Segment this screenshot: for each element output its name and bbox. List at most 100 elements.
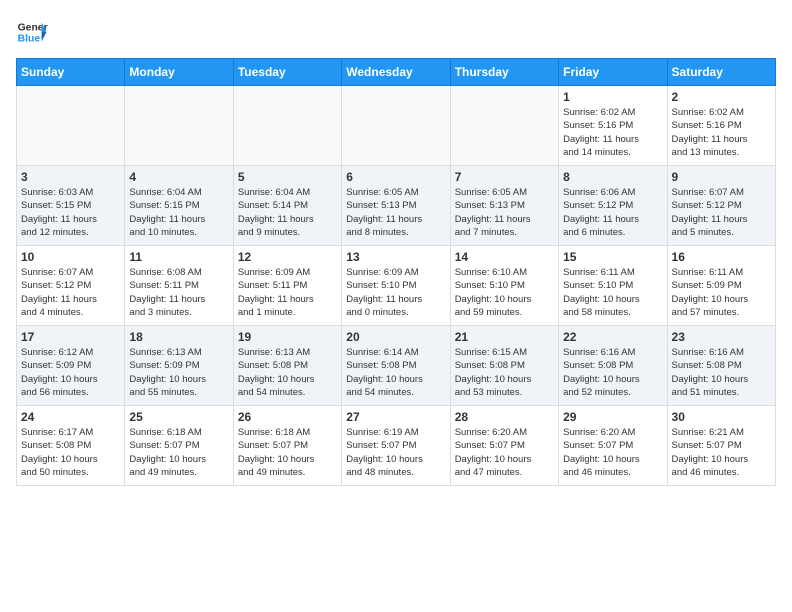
day-info: Sunrise: 6:16 AM Sunset: 5:08 PM Dayligh… — [672, 346, 771, 399]
day-info: Sunrise: 6:09 AM Sunset: 5:10 PM Dayligh… — [346, 266, 445, 319]
day-number: 15 — [563, 250, 662, 264]
table-cell — [233, 86, 341, 166]
table-cell: 25 Sunrise: 6:18 AM Sunset: 5:07 PM Dayli… — [125, 406, 233, 486]
table-cell: 19 Sunrise: 6:13 AM Sunset: 5:08 PM Dayli… — [233, 326, 341, 406]
table-cell: 16 Sunrise: 6:11 AM Sunset: 5:09 PM Dayli… — [667, 246, 775, 326]
table-cell: 15 Sunrise: 6:11 AM Sunset: 5:10 PM Dayli… — [559, 246, 667, 326]
week-row-4: 17 Sunrise: 6:12 AM Sunset: 5:09 PM Dayli… — [17, 326, 776, 406]
table-cell: 18 Sunrise: 6:13 AM Sunset: 5:09 PM Dayli… — [125, 326, 233, 406]
table-cell: 17 Sunrise: 6:12 AM Sunset: 5:09 PM Dayli… — [17, 326, 125, 406]
week-row-3: 10Sunrise: 6:07 AM Sunset: 5:12 PM Dayli… — [17, 246, 776, 326]
table-cell — [342, 86, 450, 166]
day-number: 4 — [129, 170, 228, 184]
table-cell: 4 Sunrise: 6:04 AM Sunset: 5:15 PM Daylig… — [125, 166, 233, 246]
table-cell: 28 Sunrise: 6:20 AM Sunset: 5:07 PM Dayli… — [450, 406, 558, 486]
day-info: Sunrise: 6:18 AM Sunset: 5:07 PM Dayligh… — [129, 426, 228, 479]
day-info: Sunrise: 6:07 AM Sunset: 5:12 PM Dayligh… — [672, 186, 771, 239]
day-info: Sunrise: 6:09 AM Sunset: 5:11 PM Dayligh… — [238, 266, 337, 319]
week-row-2: 3 Sunrise: 6:03 AM Sunset: 5:15 PM Daylig… — [17, 166, 776, 246]
table-cell: 3 Sunrise: 6:03 AM Sunset: 5:15 PM Daylig… — [17, 166, 125, 246]
day-number: 27 — [346, 410, 445, 424]
day-number: 26 — [238, 410, 337, 424]
day-info: Sunrise: 6:10 AM Sunset: 5:10 PM Dayligh… — [455, 266, 554, 319]
day-number: 20 — [346, 330, 445, 344]
day-number: 18 — [129, 330, 228, 344]
day-number: 6 — [346, 170, 445, 184]
table-cell: 10Sunrise: 6:07 AM Sunset: 5:12 PM Dayli… — [17, 246, 125, 326]
day-number: 13 — [346, 250, 445, 264]
day-number: 30 — [672, 410, 771, 424]
table-cell: 6 Sunrise: 6:05 AM Sunset: 5:13 PM Daylig… — [342, 166, 450, 246]
logo: General Blue — [16, 16, 48, 48]
table-cell: 30 Sunrise: 6:21 AM Sunset: 5:07 PM Dayli… — [667, 406, 775, 486]
week-row-1: 1 Sunrise: 6:02 AM Sunset: 5:16 PM Daylig… — [17, 86, 776, 166]
day-number: 14 — [455, 250, 554, 264]
table-cell: 20 Sunrise: 6:14 AM Sunset: 5:08 PM Dayli… — [342, 326, 450, 406]
table-cell: 29 Sunrise: 6:20 AM Sunset: 5:07 PM Dayli… — [559, 406, 667, 486]
table-cell: 1 Sunrise: 6:02 AM Sunset: 5:16 PM Daylig… — [559, 86, 667, 166]
day-info: Sunrise: 6:20 AM Sunset: 5:07 PM Dayligh… — [563, 426, 662, 479]
day-number: 24 — [21, 410, 120, 424]
table-cell: 26Sunrise: 6:18 AM Sunset: 5:07 PM Dayli… — [233, 406, 341, 486]
day-info: Sunrise: 6:20 AM Sunset: 5:07 PM Dayligh… — [455, 426, 554, 479]
day-number: 2 — [672, 90, 771, 104]
weekday-header-sunday: Sunday — [17, 59, 125, 86]
day-info: Sunrise: 6:03 AM Sunset: 5:15 PM Dayligh… — [21, 186, 120, 239]
table-cell: 11 Sunrise: 6:08 AM Sunset: 5:11 PM Dayli… — [125, 246, 233, 326]
day-number: 7 — [455, 170, 554, 184]
calendar-table: SundayMondayTuesdayWednesdayThursdayFrid… — [16, 58, 776, 486]
page-header: General Blue — [16, 16, 776, 48]
day-number: 22 — [563, 330, 662, 344]
table-cell: 14 Sunrise: 6:10 AM Sunset: 5:10 PM Dayli… — [450, 246, 558, 326]
day-info: Sunrise: 6:05 AM Sunset: 5:13 PM Dayligh… — [455, 186, 554, 239]
day-info: Sunrise: 6:12 AM Sunset: 5:09 PM Dayligh… — [21, 346, 120, 399]
day-info: Sunrise: 6:07 AM Sunset: 5:12 PM Dayligh… — [21, 266, 120, 319]
day-number: 17 — [21, 330, 120, 344]
table-cell: 21 Sunrise: 6:15 AM Sunset: 5:08 PM Dayli… — [450, 326, 558, 406]
day-info: Sunrise: 6:21 AM Sunset: 5:07 PM Dayligh… — [672, 426, 771, 479]
day-number: 9 — [672, 170, 771, 184]
table-cell: 8 Sunrise: 6:06 AM Sunset: 5:12 PM Daylig… — [559, 166, 667, 246]
day-number: 29 — [563, 410, 662, 424]
day-number: 1 — [563, 90, 662, 104]
week-row-5: 24Sunrise: 6:17 AM Sunset: 5:08 PM Dayli… — [17, 406, 776, 486]
weekday-header-thursday: Thursday — [450, 59, 558, 86]
day-number: 16 — [672, 250, 771, 264]
day-info: Sunrise: 6:04 AM Sunset: 5:15 PM Dayligh… — [129, 186, 228, 239]
day-info: Sunrise: 6:02 AM Sunset: 5:16 PM Dayligh… — [563, 106, 662, 159]
table-cell: 9 Sunrise: 6:07 AM Sunset: 5:12 PM Daylig… — [667, 166, 775, 246]
weekday-header-wednesday: Wednesday — [342, 59, 450, 86]
table-cell: 27Sunrise: 6:19 AM Sunset: 5:07 PM Dayli… — [342, 406, 450, 486]
day-info: Sunrise: 6:14 AM Sunset: 5:08 PM Dayligh… — [346, 346, 445, 399]
table-cell — [125, 86, 233, 166]
day-info: Sunrise: 6:04 AM Sunset: 5:14 PM Dayligh… — [238, 186, 337, 239]
weekday-header-friday: Friday — [559, 59, 667, 86]
day-info: Sunrise: 6:08 AM Sunset: 5:11 PM Dayligh… — [129, 266, 228, 319]
day-info: Sunrise: 6:11 AM Sunset: 5:09 PM Dayligh… — [672, 266, 771, 319]
day-number: 19 — [238, 330, 337, 344]
logo-icon: General Blue — [16, 16, 48, 48]
table-cell: 13 Sunrise: 6:09 AM Sunset: 5:10 PM Dayli… — [342, 246, 450, 326]
day-info: Sunrise: 6:13 AM Sunset: 5:09 PM Dayligh… — [129, 346, 228, 399]
day-number: 11 — [129, 250, 228, 264]
day-number: 23 — [672, 330, 771, 344]
table-cell: 7 Sunrise: 6:05 AM Sunset: 5:13 PM Daylig… — [450, 166, 558, 246]
table-cell: 22Sunrise: 6:16 AM Sunset: 5:08 PM Dayli… — [559, 326, 667, 406]
day-number: 3 — [21, 170, 120, 184]
day-info: Sunrise: 6:06 AM Sunset: 5:12 PM Dayligh… — [563, 186, 662, 239]
day-info: Sunrise: 6:05 AM Sunset: 5:13 PM Dayligh… — [346, 186, 445, 239]
table-cell — [17, 86, 125, 166]
day-number: 21 — [455, 330, 554, 344]
table-cell — [450, 86, 558, 166]
day-number: 8 — [563, 170, 662, 184]
weekday-header-saturday: Saturday — [667, 59, 775, 86]
weekday-header-row: SundayMondayTuesdayWednesdayThursdayFrid… — [17, 59, 776, 86]
svg-text:Blue: Blue — [18, 34, 41, 45]
day-info: Sunrise: 6:15 AM Sunset: 5:08 PM Dayligh… — [455, 346, 554, 399]
day-info: Sunrise: 6:13 AM Sunset: 5:08 PM Dayligh… — [238, 346, 337, 399]
table-cell: 24Sunrise: 6:17 AM Sunset: 5:08 PM Dayli… — [17, 406, 125, 486]
day-number: 25 — [129, 410, 228, 424]
day-info: Sunrise: 6:11 AM Sunset: 5:10 PM Dayligh… — [563, 266, 662, 319]
day-number: 28 — [455, 410, 554, 424]
table-cell: 5Sunrise: 6:04 AM Sunset: 5:14 PM Daylig… — [233, 166, 341, 246]
